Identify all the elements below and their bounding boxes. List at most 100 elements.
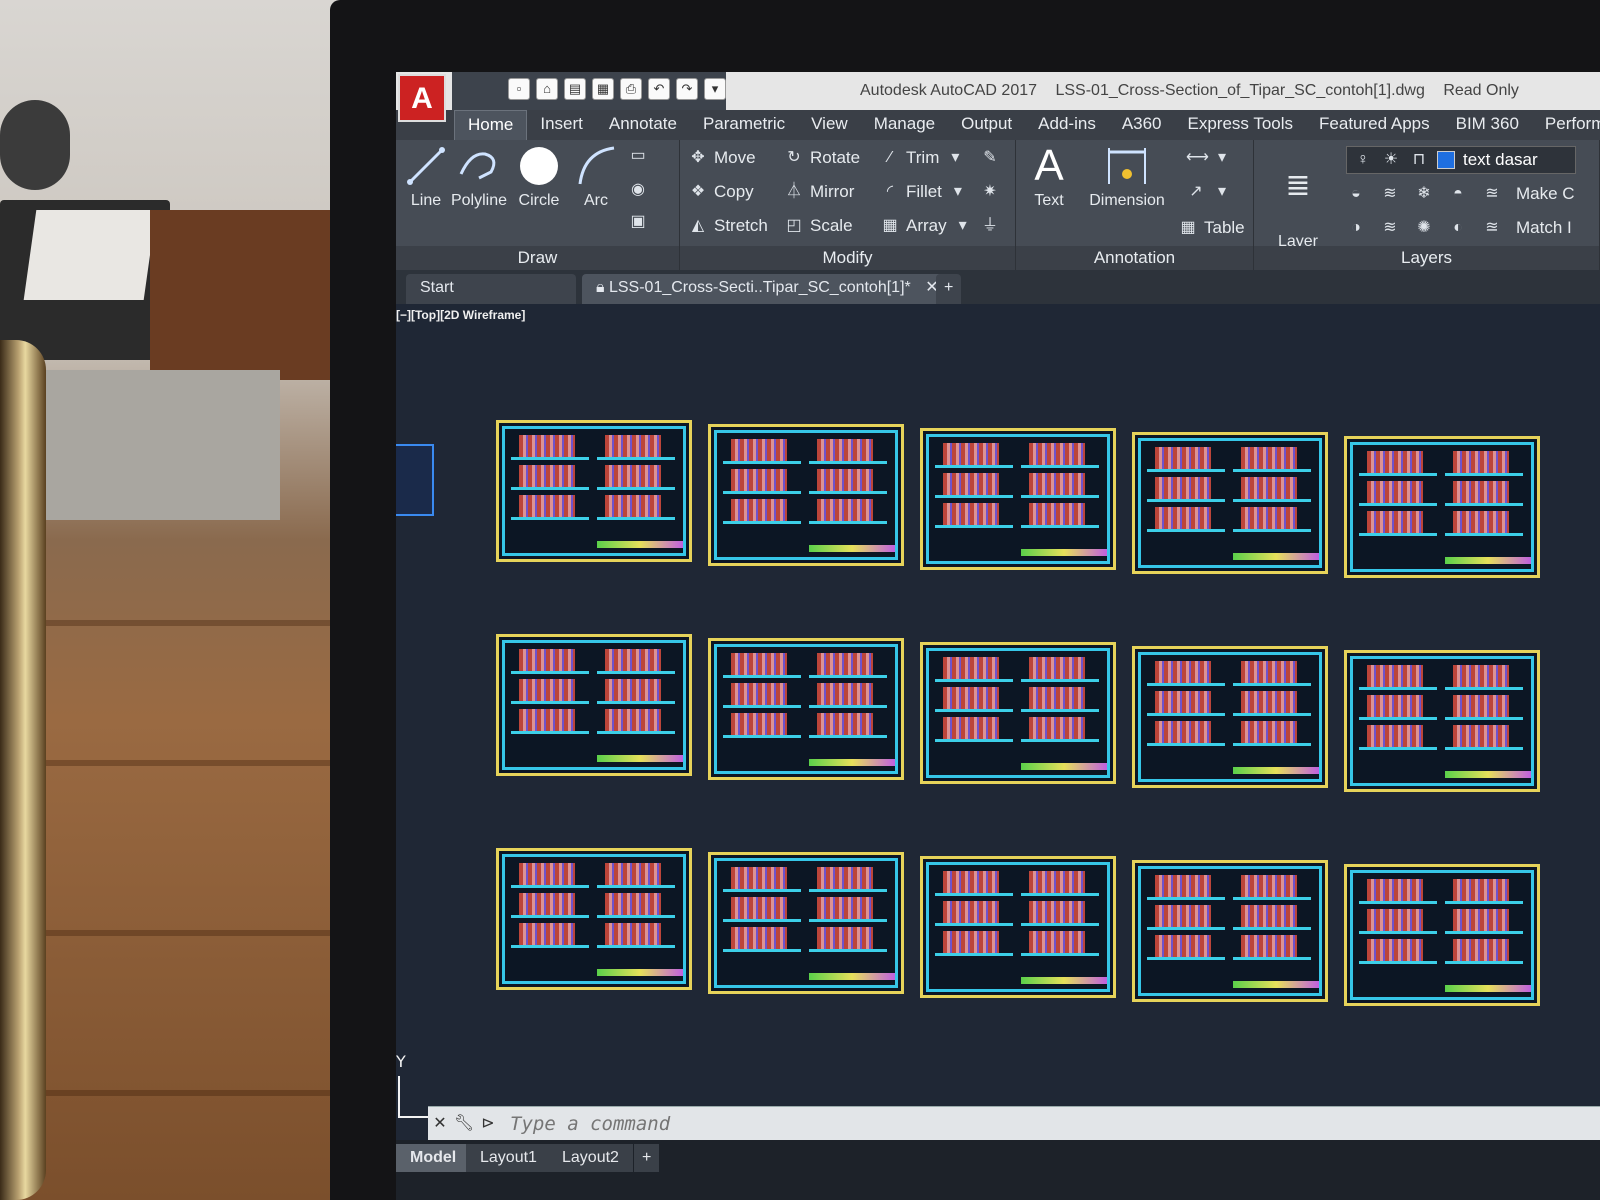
qat-dropdown-icon[interactable]: ▾ xyxy=(704,78,726,100)
drawing-canvas[interactable] xyxy=(396,324,1600,1144)
title-bar: ▫ ⌂ ▤ ▦ ⎙ ↶ ↷ ▾ Autodesk AutoCAD 2017 LS… xyxy=(396,72,1600,110)
fillet-button[interactable]: ◜ Fillet ▾ xyxy=(880,182,968,202)
close-command-icon[interactable]: ✕ xyxy=(428,1112,452,1136)
chevron-down-icon[interactable]: ▾ xyxy=(948,182,968,202)
layer-off-icon[interactable]: ◒ xyxy=(1346,184,1366,204)
tab-output[interactable]: Output xyxy=(948,110,1025,140)
leader-button[interactable]: ↗ ▾ xyxy=(1186,182,1232,202)
model-tab[interactable]: Model xyxy=(396,1144,471,1172)
layer-thaw-icon[interactable]: ✺ xyxy=(1414,218,1434,238)
cross-section-detail xyxy=(817,499,873,521)
new-tab-button[interactable]: + xyxy=(936,274,962,304)
region-button[interactable]: ▣ xyxy=(628,212,648,232)
chevron-down-icon[interactable]: ▾ xyxy=(1212,182,1232,202)
hatch-button[interactable]: ◉ xyxy=(628,180,648,200)
annotation-panel-title[interactable]: Annotation xyxy=(1016,246,1253,270)
section-line xyxy=(597,731,675,734)
trim-button[interactable]: ⁄ Trim ▾ xyxy=(880,148,965,168)
quick-access-toolbar: ▫ ⌂ ▤ ▦ ⎙ ↶ ↷ ▾ xyxy=(452,72,726,110)
cross-section-detail xyxy=(1241,721,1297,743)
erase-button[interactable]: ✎ xyxy=(980,148,1000,168)
text-button[interactable]: A Text xyxy=(1024,144,1074,210)
mirror-button[interactable]: ⏃ Mirror xyxy=(784,182,854,202)
tab-view[interactable]: View xyxy=(798,110,861,140)
scale-button[interactable]: ◰ Scale xyxy=(784,216,852,236)
layer-unlock-icon[interactable]: ◐ xyxy=(1448,218,1468,238)
file-tabs: Start 🔒︎ LSS-01_Cross-Secti..Tipar_SC_co… xyxy=(396,270,1600,304)
section-line xyxy=(1233,743,1311,746)
arc-button[interactable]: Arc xyxy=(572,144,620,210)
view-cube-tile[interactable] xyxy=(396,444,434,516)
background-paper xyxy=(23,210,157,300)
cross-section-detail xyxy=(605,679,661,701)
rectangle-button[interactable]: ▭ xyxy=(628,146,648,166)
circle-button[interactable]: Circle xyxy=(514,144,564,210)
section-line xyxy=(1233,897,1311,900)
viewport-controls[interactable]: [−][Top][2D Wireframe] xyxy=(396,308,525,322)
section-line xyxy=(1359,931,1437,934)
draw-panel-title[interactable]: Draw xyxy=(396,246,679,270)
command-input[interactable] xyxy=(510,1112,1110,1135)
section-line xyxy=(1233,529,1311,532)
customize-wrench-icon[interactable]: 🔧︎ xyxy=(452,1112,476,1136)
layer-unisolate-icon[interactable]: ≋ xyxy=(1380,218,1400,238)
hatch-icon: ◉ xyxy=(631,181,645,198)
layout2-tab[interactable]: Layout2 xyxy=(548,1144,633,1172)
add-layout-button[interactable]: + xyxy=(634,1144,660,1172)
tab-a360[interactable]: A360 xyxy=(1109,110,1175,140)
modify-panel-title[interactable]: Modify xyxy=(680,246,1015,270)
redo-icon[interactable]: ↷ xyxy=(676,78,698,100)
undo-icon[interactable]: ↶ xyxy=(648,78,670,100)
make-current-label[interactable]: Make C xyxy=(1516,184,1575,204)
title-block-strip xyxy=(809,973,895,980)
table-button[interactable]: ▦ Table xyxy=(1178,218,1244,238)
explode-button[interactable]: ✷ xyxy=(980,182,1000,202)
linear-dimension-button[interactable]: ⟷ ▾ xyxy=(1186,148,1232,168)
match-layer-label[interactable]: Match I xyxy=(1516,218,1572,238)
make-current-icon[interactable]: ≊ xyxy=(1482,184,1502,204)
application-menu-button[interactable]: A xyxy=(398,74,446,122)
tab-annotate[interactable]: Annotate xyxy=(596,110,690,140)
section-line xyxy=(809,949,887,952)
copy-button[interactable]: ❖ Copy xyxy=(688,182,754,202)
cross-section-detail xyxy=(943,503,999,525)
stretch-button[interactable]: ◭ Stretch xyxy=(688,216,768,236)
tab-insert[interactable]: Insert xyxy=(527,110,596,140)
new-icon[interactable]: ▫ xyxy=(508,78,530,100)
current-layer-dropdown[interactable]: ♀ ☀ ⊓ text dasar xyxy=(1346,146,1576,174)
offset-button[interactable]: ⏚ xyxy=(980,216,1000,236)
save-icon[interactable]: ▤ xyxy=(564,78,586,100)
layer-lock-icon[interactable]: ◓ xyxy=(1448,184,1468,204)
tab-add-ins[interactable]: Add-ins xyxy=(1025,110,1109,140)
command-prompt-icon[interactable]: ⊳ xyxy=(476,1112,500,1136)
tab-home[interactable]: Home xyxy=(454,110,528,140)
layer-freeze-icon[interactable]: ❄ xyxy=(1414,184,1434,204)
move-button[interactable]: ✥ Move xyxy=(688,148,755,168)
open-icon[interactable]: ⌂ xyxy=(536,78,558,100)
chevron-down-icon[interactable]: ▾ xyxy=(1212,148,1232,168)
tab-parametric[interactable]: Parametric xyxy=(690,110,798,140)
chevron-down-icon[interactable]: ▾ xyxy=(945,148,965,168)
active-file-tab[interactable]: 🔒︎ LSS-01_Cross-Secti..Tipar_SC_contoh[1… xyxy=(582,274,953,304)
rotate-button[interactable]: ↻ Rotate xyxy=(784,148,860,168)
layers-panel-title[interactable]: Layers xyxy=(1254,246,1599,270)
array-button[interactable]: ▦ Array ▾ xyxy=(880,216,973,236)
save-as-icon[interactable]: ▦ xyxy=(592,78,614,100)
cross-section-detail xyxy=(1367,939,1423,961)
tab-performance[interactable]: Performa xyxy=(1532,110,1600,140)
chevron-down-icon[interactable]: ▾ xyxy=(953,216,973,236)
dimension-button[interactable]: Dimension xyxy=(1082,144,1172,210)
tab-bim-360[interactable]: BIM 360 xyxy=(1443,110,1532,140)
layer-on-icon[interactable]: ◑ xyxy=(1346,218,1366,238)
plot-icon[interactable]: ⎙ xyxy=(620,78,642,100)
layout1-tab[interactable]: Layout1 xyxy=(466,1144,551,1172)
line-button[interactable]: Line xyxy=(402,144,450,210)
tab-manage[interactable]: Manage xyxy=(861,110,948,140)
start-tab[interactable]: Start xyxy=(406,274,576,304)
mirror-icon: ⏃ xyxy=(785,183,802,200)
layer-isolate-icon[interactable]: ≋ xyxy=(1380,184,1400,204)
tab-express-tools[interactable]: Express Tools xyxy=(1175,110,1307,140)
match-layer-icon[interactable]: ≊ xyxy=(1482,218,1502,238)
polyline-button[interactable]: Polyline xyxy=(448,144,510,210)
tab-featured-apps[interactable]: Featured Apps xyxy=(1306,110,1443,140)
